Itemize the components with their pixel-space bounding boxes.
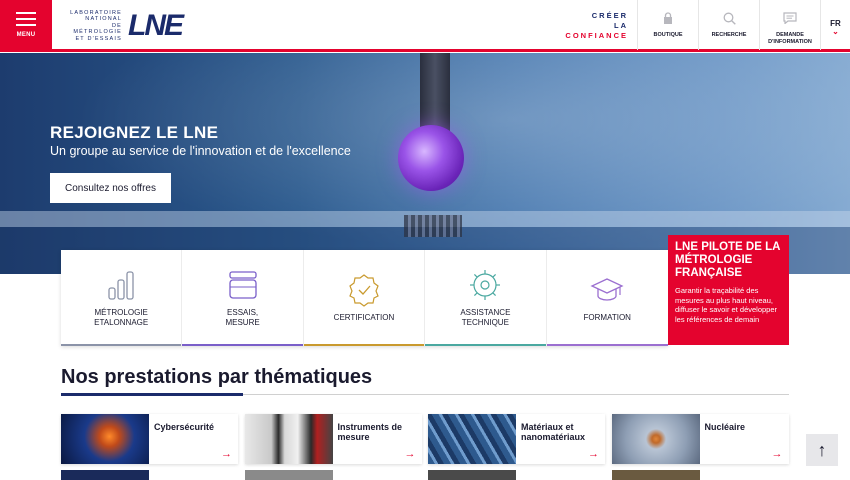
boutique-label: BOUTIQUE — [653, 32, 683, 38]
service-card-certification[interactable]: Certification — [303, 250, 426, 346]
promo-description: Garantir la traçabilité des mesures au p… — [675, 286, 778, 324]
tile-image — [428, 414, 516, 464]
information-request-button[interactable]: DEMANDE D'INFORMATION — [759, 0, 820, 50]
search-button[interactable]: RECHERCHE — [698, 0, 759, 50]
chevron-down-icon: ⌄ — [832, 27, 839, 36]
lne-logo[interactable]: LABORATOIRE NATIONAL DE MÉTROLOGIE ET D'… — [62, 9, 184, 42]
tile-nucleaire[interactable]: Nucléaire → — [611, 414, 789, 464]
tile-label: Instruments de mesure — [337, 422, 403, 442]
graduation-cap-icon — [590, 278, 624, 301]
service-label: Assistance technique — [460, 308, 511, 327]
tile-label: Nucléaire — [704, 422, 746, 432]
language-selector[interactable]: FR ⌄ — [820, 0, 850, 50]
tagline: CRÉER LA CONFIANCE — [565, 11, 628, 40]
tile-label: Matériaux et nanomatériaux — [521, 422, 586, 442]
hero-subtitle: Un groupe au service de l'innovation et … — [50, 144, 351, 158]
hamburger-icon — [16, 12, 36, 26]
arrow-right-icon: → — [588, 448, 599, 460]
information-label: DEMANDE D'INFORMATION — [768, 32, 812, 45]
search-icon — [723, 12, 736, 26]
lock-icon — [663, 12, 673, 26]
promo-card[interactable]: LNE PILOTE DE LA MÉTROLOGIE FRANÇAISE Ga… — [668, 235, 789, 345]
logo-text: LABORATOIRE NATIONAL DE MÉTROLOGIE ET D'… — [70, 9, 122, 42]
certification-seal-icon — [349, 274, 379, 307]
tile-image — [244, 414, 333, 464]
section-title: Nos prestations par thématiques — [61, 366, 373, 388]
arrow-right-icon: → — [221, 448, 232, 460]
service-label: Essais, mesure — [225, 308, 260, 327]
service-card-essais[interactable]: Essais, mesure — [182, 250, 304, 346]
tile-image — [61, 414, 149, 464]
arrow-right-icon: → — [404, 448, 416, 460]
hero-title: REJOIGNEZ LE LNE — [50, 123, 219, 142]
services-bar: Métrologie Etalonnage Essais, mesure Certi… — [61, 250, 668, 346]
menu-label: MENU — [16, 32, 36, 38]
search-label: RECHERCHE — [711, 32, 747, 38]
layers-icon — [228, 271, 257, 299]
logo-mark: LNE — [128, 9, 184, 42]
tile-cybersecurite[interactable]: Cybersécurité → — [61, 414, 238, 464]
tile-image — [611, 414, 700, 464]
arrow-up-icon: ↑ — [817, 439, 827, 460]
boutique-button[interactable]: BOUTIQUE — [637, 0, 698, 50]
bar-chart-icon — [108, 271, 134, 300]
service-card-assistance[interactable]: Assistance technique — [425, 250, 547, 346]
gear-icon — [470, 270, 501, 300]
message-icon — [783, 12, 797, 26]
service-label: Certification — [333, 313, 395, 322]
offers-button[interactable]: Consultez nos offres — [50, 173, 171, 203]
scroll-to-top-button[interactable]: ↑ — [806, 434, 838, 466]
service-label: Formation — [583, 313, 631, 322]
tile-materiaux[interactable]: Matériaux et nanomatériaux → — [428, 414, 605, 464]
service-card-metrologie[interactable]: Métrologie Etalonnage — [61, 250, 183, 346]
hero-image-droplet — [398, 125, 464, 191]
promo-title: LNE PILOTE DE LA MÉTROLOGIE FRANÇAISE — [675, 241, 780, 279]
site-header: MENU LABORATOIRE NATIONAL DE MÉTROLOGIE … — [0, 0, 850, 52]
service-label: Métrologie Etalonnage — [94, 308, 149, 327]
hero-image-rod — [420, 53, 450, 133]
service-card-formation[interactable]: Formation — [546, 250, 668, 346]
arrow-right-icon: → — [771, 448, 783, 460]
menu-button[interactable]: MENU — [0, 0, 52, 50]
tile-instruments[interactable]: Instruments de mesure → — [244, 414, 422, 464]
tile-label: Cybersécurité — [154, 422, 215, 432]
